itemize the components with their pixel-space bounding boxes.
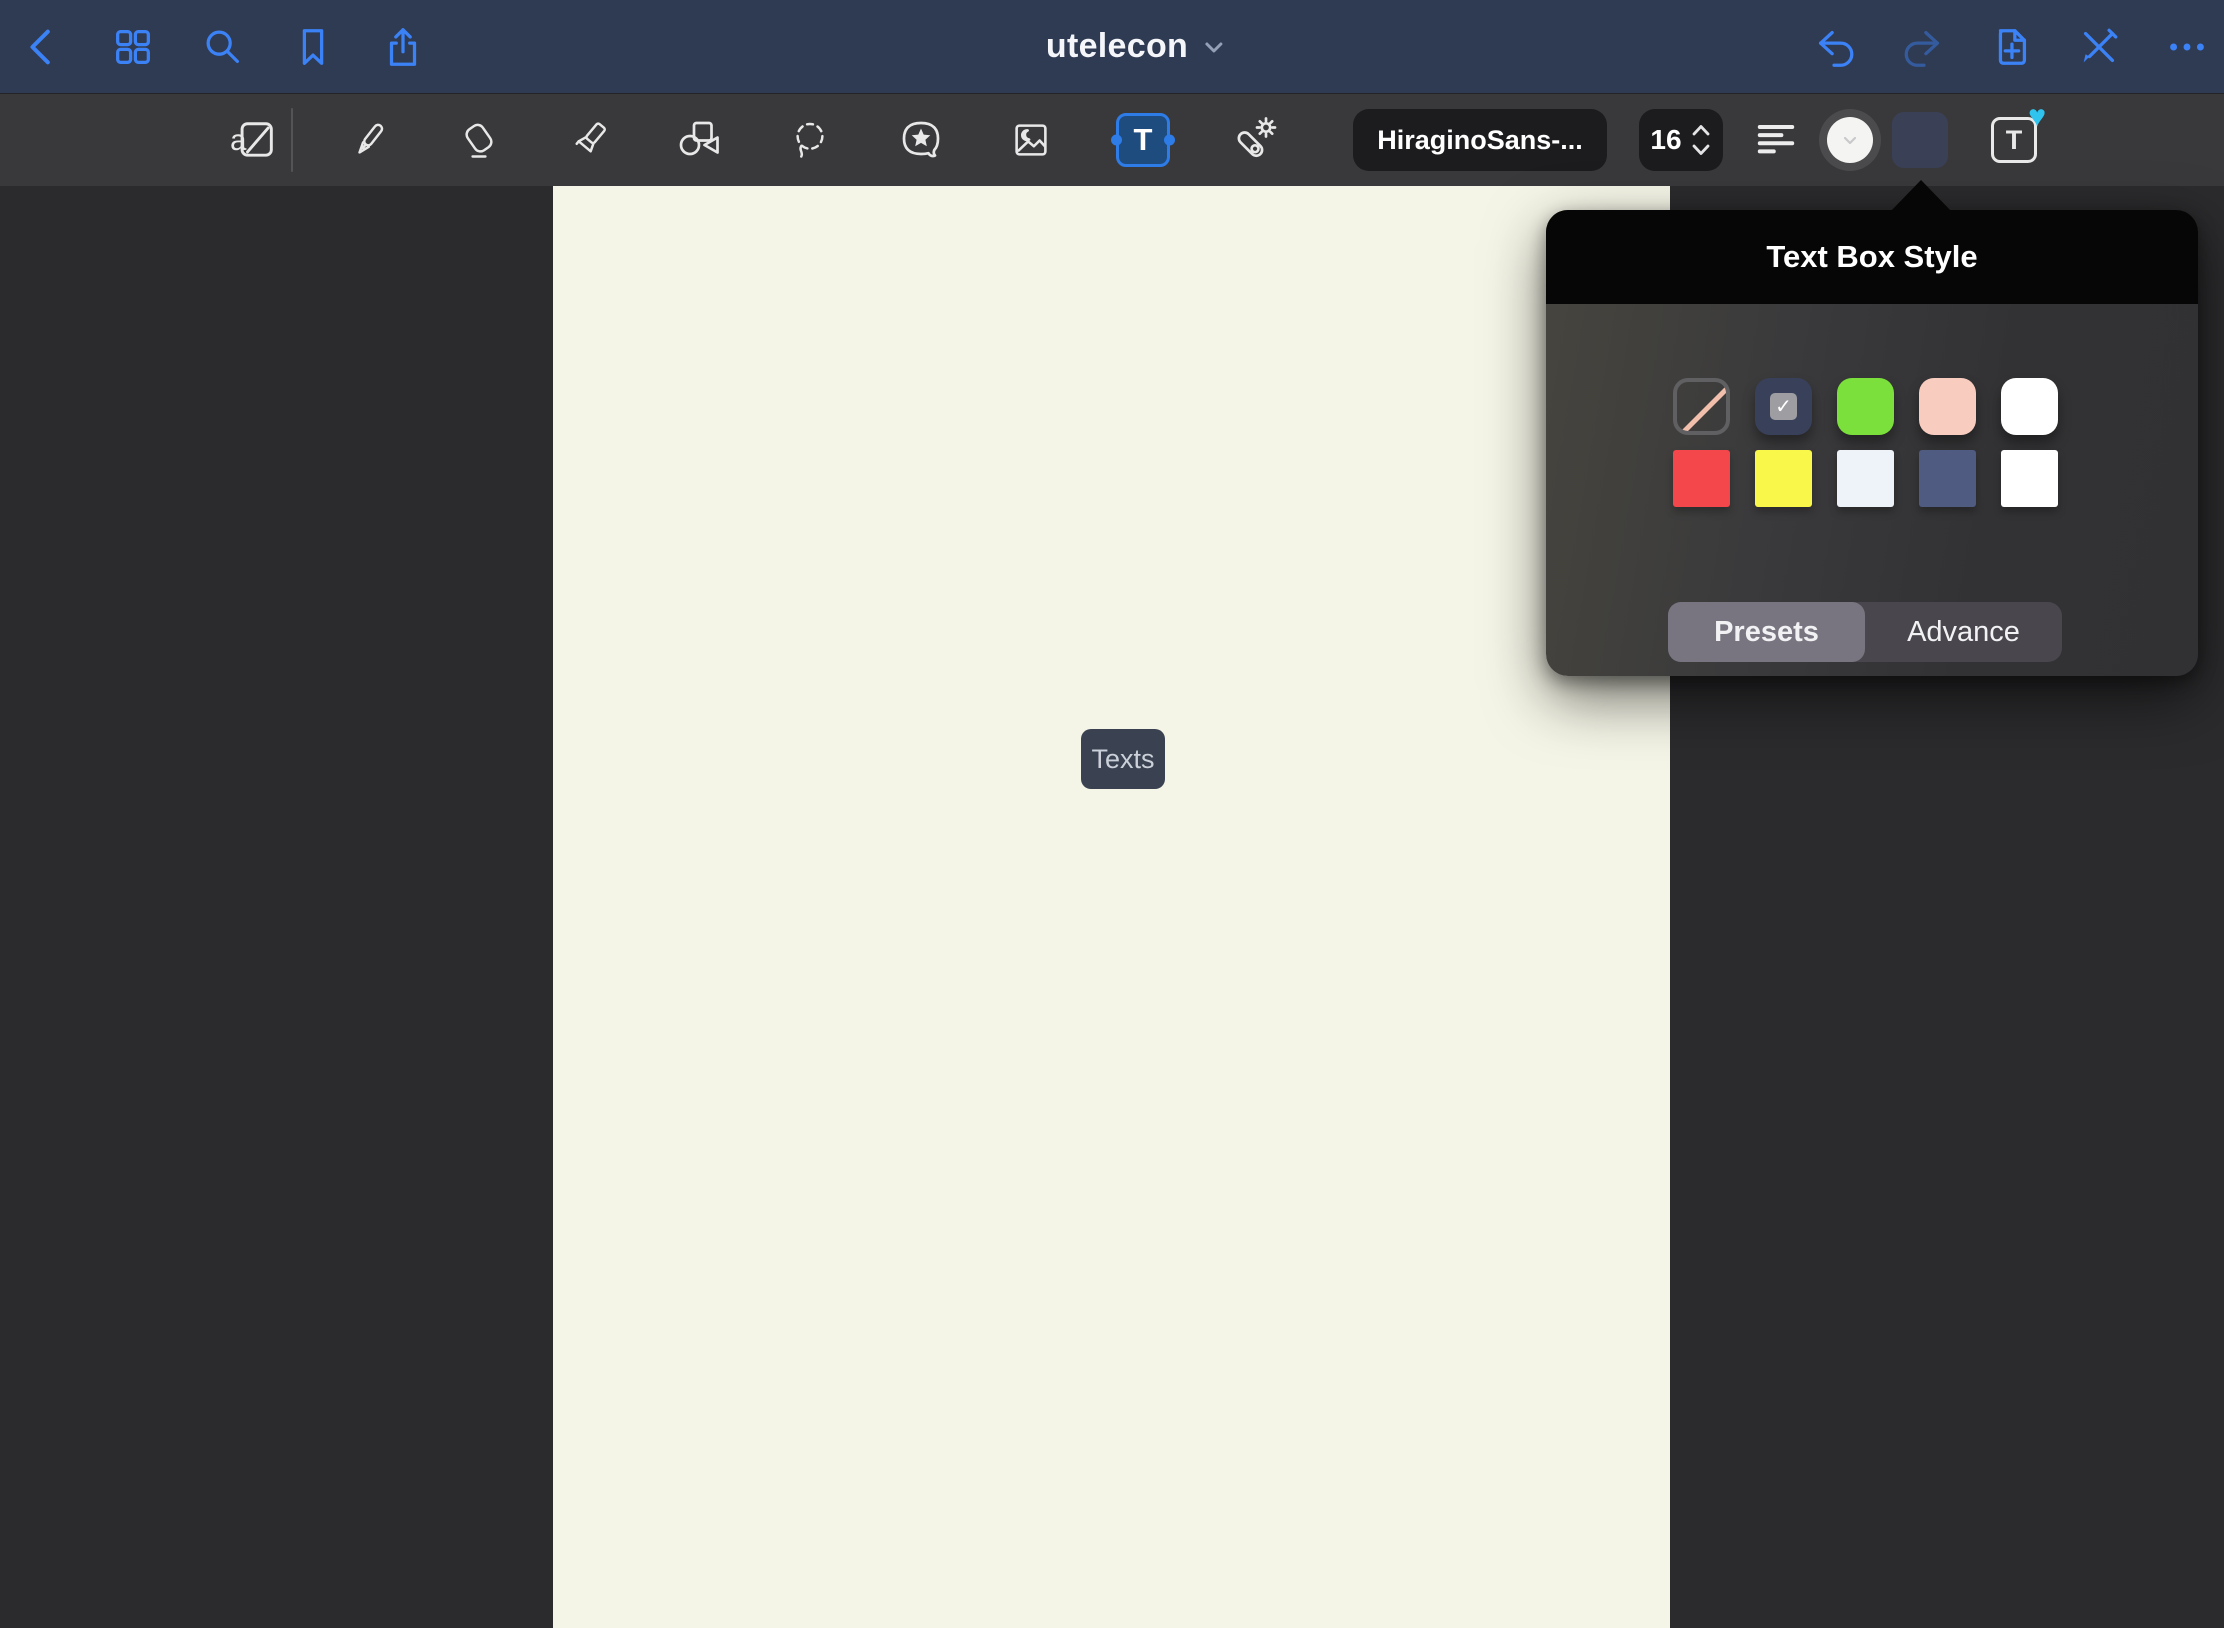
search-icon: [200, 24, 246, 70]
favorite-text-style-button[interactable]: T ♥: [1986, 112, 2042, 168]
canvas-text-box[interactable]: Texts: [1081, 729, 1165, 789]
popover-arrow: [1890, 180, 1952, 212]
note-page[interactable]: [553, 186, 1670, 1628]
laser-pointer-icon: [1230, 116, 1278, 164]
swatch-no-fill[interactable]: [1673, 378, 1730, 435]
undo-icon: [1812, 23, 1858, 71]
search-button[interactable]: [200, 24, 246, 70]
redo-icon: [1900, 23, 1946, 71]
text-handle-left: [1111, 135, 1122, 146]
back-button[interactable]: [20, 24, 66, 70]
swatch-color[interactable]: [1837, 450, 1894, 507]
top-navigation-bar: utelecon: [0, 0, 2224, 93]
lasso-tool[interactable]: [788, 118, 832, 162]
text-box-style-button-pressed[interactable]: [1892, 112, 1948, 168]
pen-icon: [347, 118, 391, 162]
highlighter-tool[interactable]: [568, 118, 612, 162]
bookmark-icon: [290, 24, 336, 70]
document-title: utelecon: [1046, 27, 1188, 66]
sticker-tool[interactable]: [897, 116, 945, 164]
shapes-tool[interactable]: [675, 116, 723, 164]
swatch-color[interactable]: [1837, 378, 1894, 435]
back-chevron-icon: [20, 24, 66, 70]
text-tool-active[interactable]: T: [1116, 113, 1170, 167]
toolbar-separator: [291, 108, 293, 172]
disable-pencil-button[interactable]: [2076, 24, 2122, 70]
topbar-left-group: [20, 0, 426, 93]
heart-icon: ♥: [2028, 102, 2046, 132]
highlighter-icon: [568, 118, 612, 162]
add-page-button[interactable]: [1988, 24, 2034, 70]
font-size-stepper[interactable]: 16: [1639, 109, 1723, 171]
swatch-color[interactable]: ✓: [1755, 378, 1812, 435]
canvas-text-box-label: Texts: [1091, 744, 1154, 775]
undo-button[interactable]: [1812, 24, 1858, 70]
share-button[interactable]: [380, 24, 426, 70]
presets-advance-segmented-control: Presets Advance: [1668, 602, 2062, 662]
pencil-cross-icon: [2076, 23, 2122, 71]
image-tool[interactable]: [1008, 117, 1054, 163]
read-mode-icon: a: [228, 114, 280, 166]
redo-button[interactable]: [1900, 24, 1946, 70]
no-fill-diagonal: [1679, 382, 1730, 435]
eraser-icon: [457, 118, 501, 162]
sticker-icon: [897, 116, 945, 164]
text-color-button[interactable]: [1819, 109, 1881, 171]
stepper-chevrons-icon: [1690, 121, 1712, 159]
add-page-icon: [1988, 23, 2034, 71]
swatch-color[interactable]: [1919, 378, 1976, 435]
font-size-value: 16: [1650, 124, 1681, 156]
style-swatch-row-2: [1673, 450, 2058, 507]
text-tool-glyph: T: [1134, 122, 1153, 158]
document-title-button[interactable]: utelecon: [1046, 0, 1226, 93]
grid-icon: [110, 24, 156, 70]
text-box-style-popover: Text Box Style ✓ Presets Advance: [1546, 210, 2198, 676]
laser-pointer-tool[interactable]: [1230, 116, 1278, 164]
style-swatch-row-1: ✓: [1673, 378, 2058, 435]
image-icon: [1008, 117, 1054, 163]
tools-toolbar: a: [0, 93, 2224, 186]
color-chevron-down-icon: [1838, 128, 1862, 152]
shapes-icon: [675, 116, 723, 164]
pen-tool[interactable]: [347, 118, 391, 162]
thumbnails-button[interactable]: [110, 24, 156, 70]
app-screen: utelecon: [0, 0, 2224, 1628]
swatch-color[interactable]: [2001, 450, 2058, 507]
more-button[interactable]: [2164, 24, 2210, 70]
swatch-color[interactable]: [1673, 450, 1730, 507]
swatch-color[interactable]: [2001, 378, 2058, 435]
popover-title: Text Box Style: [1766, 239, 1977, 275]
swatch-color[interactable]: [1919, 450, 1976, 507]
chevron-down-icon: [1202, 35, 1226, 59]
more-ellipsis-icon: [2164, 23, 2210, 71]
text-color-swatch-white: [1827, 117, 1873, 163]
share-icon: [380, 24, 426, 70]
selected-check-icon: ✓: [1770, 393, 1797, 420]
read-mode-tool[interactable]: a: [228, 114, 280, 166]
text-align-button[interactable]: [1748, 114, 1804, 166]
tab-presets[interactable]: Presets: [1668, 602, 1865, 662]
read-mode-letter: a: [230, 125, 247, 157]
font-family-button[interactable]: HiraginoSans-...: [1353, 109, 1607, 171]
font-family-label: HiraginoSans-...: [1377, 125, 1583, 156]
topbar-right-group: [1812, 0, 2210, 93]
swatch-color[interactable]: [1755, 450, 1812, 507]
tab-advance[interactable]: Advance: [1865, 602, 2062, 662]
popover-header: Text Box Style: [1546, 210, 2198, 304]
bookmark-button[interactable]: [290, 24, 336, 70]
lasso-icon: [788, 118, 832, 162]
eraser-tool[interactable]: [457, 118, 501, 162]
text-handle-right: [1164, 135, 1175, 146]
align-left-icon: [1750, 114, 1802, 166]
